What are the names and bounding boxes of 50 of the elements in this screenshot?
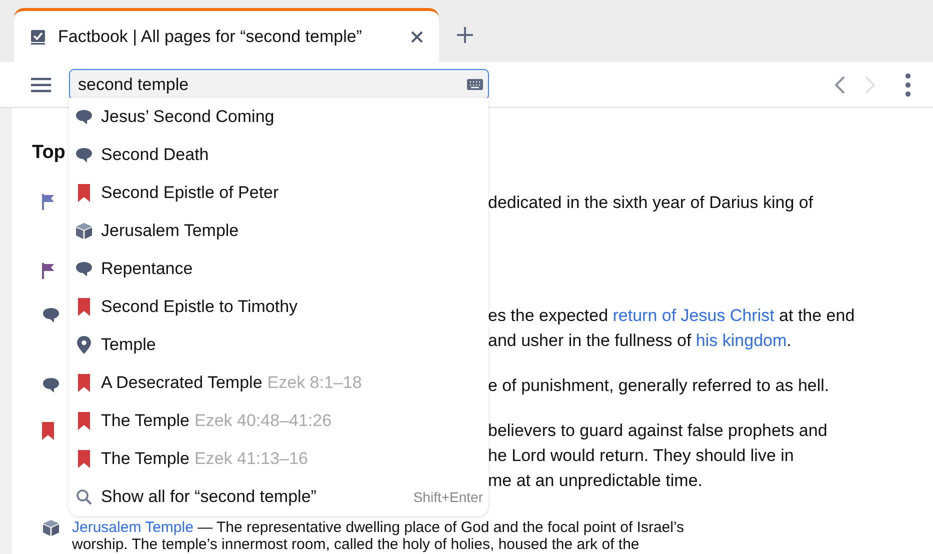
suggestion-item[interactable]: Temple — [69, 326, 488, 364]
search-icon — [75, 489, 93, 505]
entry-text: Jerusalem Temple — The representative dwelling place of God and the focal point of Israel’s — [72, 519, 686, 536]
suggestion-item[interactable]: Second Epistle of Peter — [69, 174, 488, 212]
bookmark-icon — [75, 298, 93, 316]
text-link[interactable]: Jerusalem Temple — [72, 519, 194, 536]
entry-text: and usher in the fullness of his kingdom. — [488, 330, 792, 352]
browser-tab[interactable]: Factbook | All pages for “second temple” — [14, 8, 439, 62]
suggestion-item[interactable]: Jerusalem Temple — [69, 212, 488, 250]
entry-text: es the expected return of Jesus Christ at the end — [488, 305, 856, 327]
suggestion-item[interactable]: Second Epistle to Timothy — [69, 288, 488, 326]
tab-title: Factbook | All pages for “second temple” — [58, 26, 363, 46]
back-icon[interactable] — [835, 76, 845, 94]
cube-icon — [75, 222, 93, 240]
show-all-item[interactable]: Show all for “second temple” Shift+Enter — [69, 478, 488, 516]
speech-bubble-icon — [75, 261, 93, 277]
text-link[interactable]: his kingdom — [696, 331, 787, 350]
bookmark-icon — [75, 412, 93, 430]
entry-text: e of punishment, generally referred to as hell. — [488, 375, 830, 397]
text-link[interactable]: return of Jesus Christ — [612, 306, 774, 325]
more-icon[interactable] — [905, 72, 911, 96]
checkbook-icon — [30, 28, 46, 44]
map-pin-icon — [75, 336, 93, 354]
new-tab-icon[interactable] — [457, 27, 473, 43]
speech-bubble-icon — [75, 109, 93, 125]
bookmark-icon — [75, 184, 93, 202]
suggestion-item[interactable]: The Temple Ezek 40:48–41:26 — [69, 402, 488, 440]
entry-text: me at an unpredictable time. — [488, 470, 704, 492]
suggestion-item[interactable]: Repentance — [69, 250, 488, 288]
suggestion-item[interactable]: Jesus’ Second Coming — [69, 98, 488, 136]
suggestion-item[interactable]: The Temple Ezek 41:13–16 — [69, 440, 488, 478]
bookmark-icon — [75, 450, 93, 468]
entry-text: dedicated in the sixth year of Darius king of — [488, 192, 814, 214]
entry-text: worship. The temple’s innermost room, called the holy of holies, housed the ark of the — [72, 536, 640, 553]
section-heading: Top — [32, 141, 66, 165]
menu-icon[interactable] — [31, 76, 51, 92]
entry-text: he Lord would return. They should live in — [488, 445, 795, 467]
speech-bubble-icon — [75, 147, 93, 163]
suggestion-item[interactable]: Second Death — [69, 136, 488, 174]
keyboard-icon[interactable] — [467, 79, 483, 90]
suggestion-item[interactable]: A Desecrated Temple Ezek 8:1–18 — [69, 364, 488, 402]
speech-bubble-icon — [42, 377, 60, 393]
cube-icon — [42, 519, 60, 537]
shortcut-hint: Shift+Enter — [413, 489, 483, 505]
bookmark-icon — [75, 374, 93, 392]
close-icon[interactable] — [411, 30, 423, 42]
bookmark-icon — [42, 422, 54, 440]
speech-bubble-icon — [42, 307, 60, 323]
search-field[interactable]: second temple — [69, 69, 489, 100]
entry-text: believers to guard against false prophets and — [488, 420, 828, 442]
